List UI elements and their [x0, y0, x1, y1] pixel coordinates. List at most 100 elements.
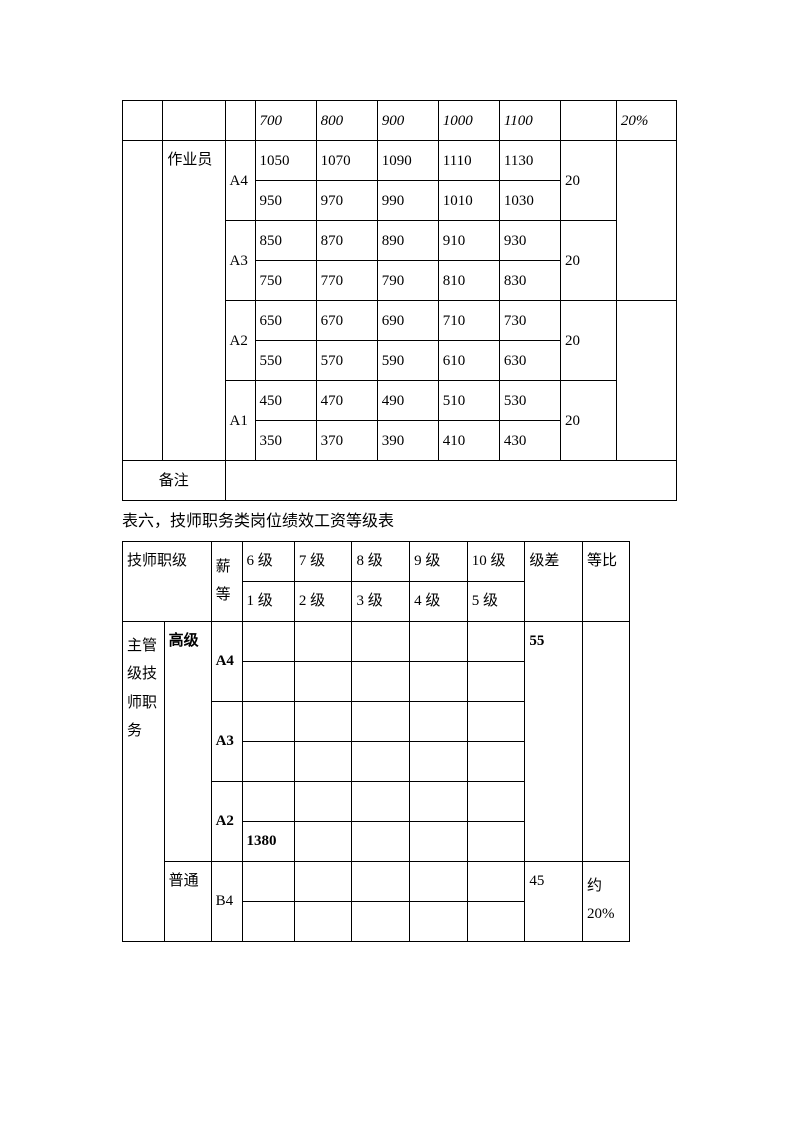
cell: 370	[316, 421, 377, 461]
header-col: 5 级	[467, 581, 525, 621]
cell: 430	[499, 421, 560, 461]
cell: 390	[377, 421, 438, 461]
cell: 1050	[255, 141, 316, 181]
cell	[294, 901, 352, 941]
cell: 870	[316, 221, 377, 261]
cell	[352, 621, 410, 661]
group-label: 主管级技师职务	[123, 621, 165, 941]
header-col: 1 级	[242, 581, 294, 621]
cell: 770	[316, 261, 377, 301]
cell	[294, 661, 352, 701]
cell	[467, 821, 525, 861]
cell: 690	[377, 301, 438, 341]
cell: 700	[255, 101, 316, 141]
cell: 830	[499, 261, 560, 301]
cell: 610	[438, 341, 499, 381]
cell: 590	[377, 341, 438, 381]
cell: 990	[377, 181, 438, 221]
header-col: 9 级	[410, 541, 468, 581]
cell	[560, 101, 616, 141]
cell	[467, 661, 525, 701]
cell	[616, 141, 676, 301]
cell: 1000	[438, 101, 499, 141]
cell: 410	[438, 421, 499, 461]
grade-label: A3	[211, 701, 242, 781]
cell: 650	[255, 301, 316, 341]
cell: 1010	[438, 181, 499, 221]
header-diff: 级差	[525, 541, 583, 621]
cell: 850	[255, 221, 316, 261]
diff-cell: 55	[525, 621, 583, 861]
cell	[352, 661, 410, 701]
cell	[294, 821, 352, 861]
cell: 730	[499, 301, 560, 341]
cell	[467, 901, 525, 941]
role-label: 作业员	[163, 141, 225, 461]
cell: 1100	[499, 101, 560, 141]
cell: 1110	[438, 141, 499, 181]
diff-cell: 20	[560, 301, 616, 381]
cell: 950	[255, 181, 316, 221]
cell: 750	[255, 261, 316, 301]
cell	[352, 741, 410, 781]
cell	[242, 861, 294, 901]
grade-label: A2	[211, 781, 242, 861]
cell	[410, 701, 468, 741]
header-col: 6 级	[242, 541, 294, 581]
cell	[294, 701, 352, 741]
cell	[294, 741, 352, 781]
cell: 550	[255, 341, 316, 381]
diff-cell: 45	[525, 861, 583, 941]
cell: 1130	[499, 141, 560, 181]
header-col: 3 级	[352, 581, 410, 621]
header-col: 2 级	[294, 581, 352, 621]
cell	[410, 621, 468, 661]
diff-cell: 20	[560, 221, 616, 301]
cell	[294, 621, 352, 661]
cell	[467, 701, 525, 741]
cell: 710	[438, 301, 499, 341]
cell	[123, 141, 163, 461]
cell: 970	[316, 181, 377, 221]
cell	[410, 861, 468, 901]
cell	[410, 741, 468, 781]
salary-table-2: 技师职级 薪等 6 级 7 级 8 级 9 级 10 级 级差 等比 1 级 2…	[122, 541, 677, 942]
cell: 490	[377, 381, 438, 421]
table-row: 700 800 900 1000 1100 20%	[123, 101, 677, 141]
header-col: 7 级	[294, 541, 352, 581]
header-ratio: 等比	[582, 541, 629, 621]
cell: 900	[377, 101, 438, 141]
grade-label: A4	[211, 621, 242, 701]
table-row: 普通 B4 45 约20%	[123, 861, 677, 901]
cell	[242, 741, 294, 781]
table-caption: 表六，技师职务类岗位绩效工资等级表	[122, 509, 677, 535]
header-role: 技师职级	[123, 541, 212, 621]
cell: 630	[499, 341, 560, 381]
cell	[410, 781, 468, 821]
cell	[123, 101, 163, 141]
table-row: 主管级技师职务 高级 A4 55	[123, 621, 677, 661]
header-col: 4 级	[410, 581, 468, 621]
cell	[242, 621, 294, 661]
table-row: 作业员 A4 1050 1070 1090 1110 1130 20	[123, 141, 677, 181]
cell	[467, 781, 525, 821]
cell	[582, 621, 629, 861]
cell	[225, 461, 677, 501]
cell	[242, 781, 294, 821]
cell: 570	[316, 341, 377, 381]
cell: 20%	[616, 101, 676, 141]
level-normal: 普通	[164, 861, 211, 941]
cell	[242, 661, 294, 701]
cell	[352, 901, 410, 941]
cell: 1380	[242, 821, 294, 861]
cell: 350	[255, 421, 316, 461]
cell	[294, 781, 352, 821]
cell: 930	[499, 221, 560, 261]
table-row: 技师职级 薪等 6 级 7 级 8 级 9 级 10 级 级差 等比	[123, 541, 677, 581]
cell	[242, 901, 294, 941]
salary-table-1: 700 800 900 1000 1100 20% 作业员 A4 1050 10…	[122, 100, 677, 501]
cell	[410, 821, 468, 861]
cell: 1070	[316, 141, 377, 181]
diff-cell: 20	[560, 381, 616, 461]
cell: 670	[316, 301, 377, 341]
